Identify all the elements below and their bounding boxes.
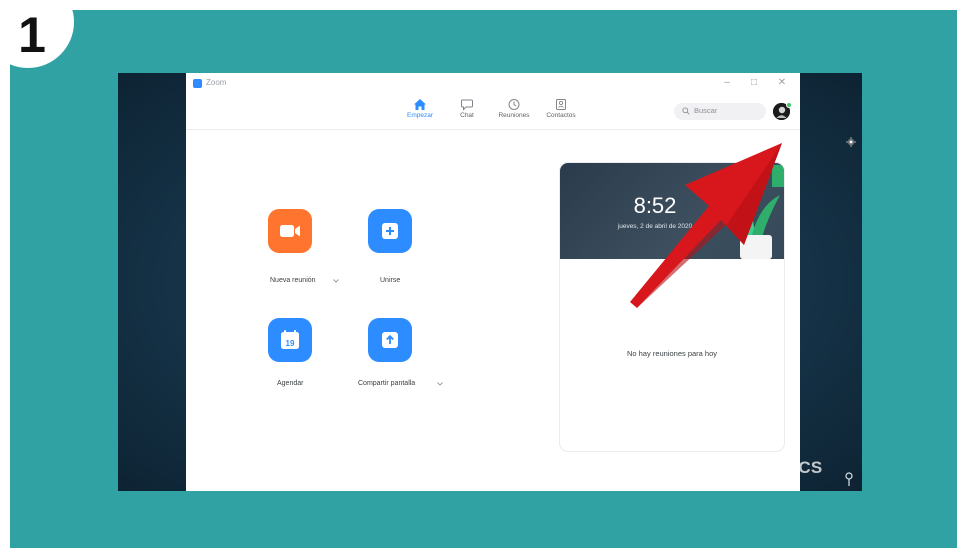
join-button[interactable] [368,209,412,253]
upcoming-meetings-card: 8:52 jueves, 2 de abril de 2020 No hay r… [560,163,784,451]
tab-contactos[interactable]: Contactos [535,96,587,128]
no-meetings-message: No hay reuniones para hoy [626,349,718,358]
avatar[interactable] [773,102,792,120]
search-input[interactable]: Buscar [674,103,766,120]
clock-time: 8:52 [633,193,677,218]
window-title: Zoom [206,78,227,87]
graduation-cap-icon [642,459,674,478]
calendar-icon: 19 [281,330,299,349]
chat-icon [461,99,473,111]
schedule-button[interactable]: 19 [268,318,312,362]
step-badge: 1 [0,0,74,68]
share-screen-label: Compartir pantalla [358,380,416,387]
clock-date: jueves, 2 de abril de 2020 [617,223,693,230]
zoom-logo-icon [193,79,202,88]
chevron-down-icon[interactable] [333,279,339,283]
maximize-icon[interactable]: □ [747,76,761,90]
share-screen-button[interactable] [368,318,412,362]
schedule-label: Agendar [277,380,304,387]
share-screen-icon [382,332,398,348]
calendar-day: 19 [286,339,295,348]
search-icon [682,107,690,115]
settings-gear-icon[interactable] [846,137,856,147]
top-nav: Empezar Chat Reuniones Contactos Buscar [186,93,800,130]
tab-chat[interactable]: Chat [441,96,493,128]
desktop-screenshot: Zoom – □ ✕ Empezar Chat Reuniones Contac… [118,73,862,491]
tab-empezar[interactable]: Empezar [394,96,446,128]
pin-icon [845,472,853,486]
chevron-down-icon[interactable] [437,382,443,386]
tab-reuniones[interactable]: Reuniones [488,96,540,128]
new-meeting-label: Nueva reunión [270,277,316,284]
clock-icon [508,99,520,110]
close-icon[interactable]: ✕ [775,76,789,90]
step-number: 1 [18,7,46,63]
new-meeting-button[interactable] [268,209,312,253]
tab-label: Empezar [406,112,433,119]
tab-label: Chat [460,112,474,119]
plus-icon [382,223,398,239]
watermark-text: XATAKA BASICS [682,458,823,477]
zoom-window: Zoom – □ ✕ Empezar Chat Reuniones Contac… [186,73,856,491]
video-camera-icon [280,225,300,237]
join-label: Unirse [380,277,401,284]
watermark: XATAKA BASICS [640,456,840,480]
title-bar: Zoom – □ ✕ [186,73,800,93]
minimize-icon[interactable]: – [720,76,734,90]
clock-banner: 8:52 jueves, 2 de abril de 2020 [560,163,784,259]
tab-label: Reuniones [498,112,530,119]
search-placeholder: Buscar [694,106,718,115]
online-status-dot [786,102,792,108]
home-icon [414,99,426,110]
contacts-icon [556,99,566,110]
tab-label: Contactos [546,112,576,119]
